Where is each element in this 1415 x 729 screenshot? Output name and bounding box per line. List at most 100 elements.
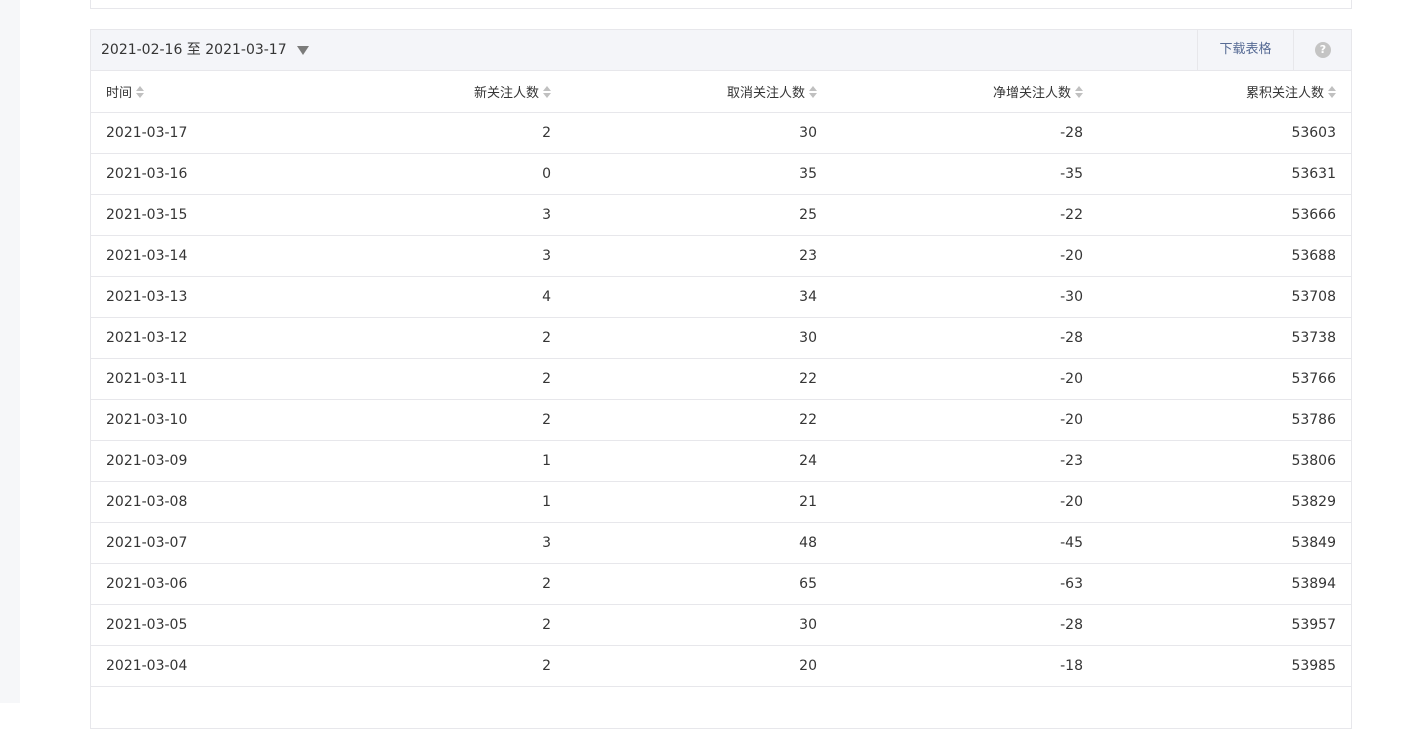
previous-panel xyxy=(90,0,1352,9)
cell-net-growth: -28 xyxy=(817,112,1083,154)
column-header-label: 累积关注人数 xyxy=(1245,85,1324,101)
cell-new-follows: 1 xyxy=(306,440,551,482)
table-row: 2021-03-05 2 30 -28 53957 xyxy=(91,604,1351,646)
column-header-unfollows[interactable]: 取消关注人数 xyxy=(551,71,817,113)
cell-date: 2021-03-05 xyxy=(91,604,306,646)
cell-net-growth: -22 xyxy=(817,194,1083,236)
cell-unfollows: 23 xyxy=(551,235,817,277)
cell-cumulative: 53666 xyxy=(1083,194,1351,236)
cell-cumulative: 53894 xyxy=(1083,563,1351,605)
cell-date: 2021-03-08 xyxy=(91,481,306,523)
cell-unfollows: 30 xyxy=(551,112,817,154)
cell-net-growth: -18 xyxy=(817,645,1083,687)
column-header-label: 净增关注人数 xyxy=(992,85,1071,101)
date-range-label: 2021-02-16 至 2021-03-17 xyxy=(101,42,287,58)
cell-new-follows: 2 xyxy=(306,112,551,154)
cell-date: 2021-03-04 xyxy=(91,645,306,687)
cell-new-follows: 4 xyxy=(306,276,551,318)
column-header-label: 时间 xyxy=(106,85,133,101)
cell-unfollows: 20 xyxy=(551,645,817,687)
table-row: 2021-03-17 2 30 -28 53603 xyxy=(91,112,1351,154)
help-button[interactable]: ? xyxy=(1293,30,1352,70)
fans-table-panel: 2021-02-16 至 2021-03-17 下载表格 ? 时间 新关注人数 … xyxy=(90,29,1352,729)
cell-new-follows: 3 xyxy=(306,194,551,236)
table-row: 2021-03-11 2 22 -20 53766 xyxy=(91,358,1351,400)
cell-cumulative: 53766 xyxy=(1083,358,1351,400)
column-header-label: 取消关注人数 xyxy=(726,85,805,101)
cell-new-follows: 2 xyxy=(306,317,551,359)
column-header-new-follows[interactable]: 新关注人数 xyxy=(306,71,551,113)
column-header-time[interactable]: 时间 xyxy=(91,71,306,113)
table-row: 2021-03-10 2 22 -20 53786 xyxy=(91,399,1351,441)
cell-date: 2021-03-16 xyxy=(91,153,306,195)
cell-cumulative: 53985 xyxy=(1083,645,1351,687)
cell-date: 2021-03-13 xyxy=(91,276,306,318)
cell-date: 2021-03-15 xyxy=(91,194,306,236)
cell-new-follows: 2 xyxy=(306,399,551,441)
cell-date: 2021-03-10 xyxy=(91,399,306,441)
cell-date: 2021-03-14 xyxy=(91,235,306,277)
cell-date: 2021-03-17 xyxy=(91,112,306,154)
cell-unfollows: 30 xyxy=(551,604,817,646)
date-range-picker[interactable]: 2021-02-16 至 2021-03-17 xyxy=(101,30,309,70)
cell-unfollows: 22 xyxy=(551,358,817,400)
question-icon: ? xyxy=(1315,42,1331,58)
cell-cumulative: 53849 xyxy=(1083,522,1351,564)
left-gutter xyxy=(0,0,20,703)
column-header-label: 新关注人数 xyxy=(473,85,539,101)
cell-new-follows: 0 xyxy=(306,153,551,195)
cell-unfollows: 24 xyxy=(551,440,817,482)
column-header-net-growth[interactable]: 净增关注人数 xyxy=(817,71,1083,113)
cell-new-follows: 3 xyxy=(306,235,551,277)
cell-net-growth: -28 xyxy=(817,317,1083,359)
cell-net-growth: -20 xyxy=(817,399,1083,441)
cell-new-follows: 2 xyxy=(306,604,551,646)
cell-new-follows: 1 xyxy=(306,481,551,523)
cell-cumulative: 53631 xyxy=(1083,153,1351,195)
cell-net-growth: -23 xyxy=(817,440,1083,482)
cell-date: 2021-03-07 xyxy=(91,522,306,564)
cell-unfollows: 48 xyxy=(551,522,817,564)
cell-net-growth: -20 xyxy=(817,481,1083,523)
cell-unfollows: 65 xyxy=(551,563,817,605)
cell-new-follows: 3 xyxy=(306,522,551,564)
table-row: 2021-03-16 0 35 -35 53631 xyxy=(91,153,1351,195)
table-row: 2021-03-06 2 65 -63 53894 xyxy=(91,563,1351,605)
table-row: 2021-03-07 3 48 -45 53849 xyxy=(91,522,1351,564)
table-body: 2021-03-17 2 30 -28 53603 2021-03-16 0 3… xyxy=(91,112,1351,687)
cell-net-growth: -20 xyxy=(817,235,1083,277)
sort-icon xyxy=(136,85,145,98)
download-table-button[interactable]: 下载表格 xyxy=(1197,30,1293,70)
table-row: 2021-03-12 2 30 -28 53738 xyxy=(91,317,1351,359)
cell-new-follows: 2 xyxy=(306,563,551,605)
sort-icon xyxy=(809,85,817,98)
cell-date: 2021-03-12 xyxy=(91,317,306,359)
cell-new-follows: 2 xyxy=(306,358,551,400)
fans-data-table: 时间 新关注人数 取消关注人数 净增关注人数 累积关注人数 2021-03-17… xyxy=(91,71,1351,687)
cell-net-growth: -45 xyxy=(817,522,1083,564)
cell-cumulative: 53738 xyxy=(1083,317,1351,359)
cell-cumulative: 53603 xyxy=(1083,112,1351,154)
cell-cumulative: 53806 xyxy=(1083,440,1351,482)
cell-net-growth: -63 xyxy=(817,563,1083,605)
sort-icon xyxy=(1075,85,1083,98)
cell-net-growth: -30 xyxy=(817,276,1083,318)
cell-unfollows: 35 xyxy=(551,153,817,195)
table-row: 2021-03-08 1 21 -20 53829 xyxy=(91,481,1351,523)
table-row: 2021-03-15 3 25 -22 53666 xyxy=(91,194,1351,236)
cell-unfollows: 30 xyxy=(551,317,817,359)
cell-net-growth: -20 xyxy=(817,358,1083,400)
sort-icon xyxy=(1328,85,1336,98)
cell-cumulative: 53708 xyxy=(1083,276,1351,318)
cell-cumulative: 53688 xyxy=(1083,235,1351,277)
cell-cumulative: 53829 xyxy=(1083,481,1351,523)
table-header-row: 时间 新关注人数 取消关注人数 净增关注人数 累积关注人数 xyxy=(91,71,1351,113)
caret-down-icon xyxy=(296,45,309,55)
cell-date: 2021-03-06 xyxy=(91,563,306,605)
cell-unfollows: 25 xyxy=(551,194,817,236)
cell-unfollows: 22 xyxy=(551,399,817,441)
cell-cumulative: 53786 xyxy=(1083,399,1351,441)
table-row: 2021-03-09 1 24 -23 53806 xyxy=(91,440,1351,482)
table-row: 2021-03-13 4 34 -30 53708 xyxy=(91,276,1351,318)
column-header-cumulative[interactable]: 累积关注人数 xyxy=(1083,71,1351,113)
